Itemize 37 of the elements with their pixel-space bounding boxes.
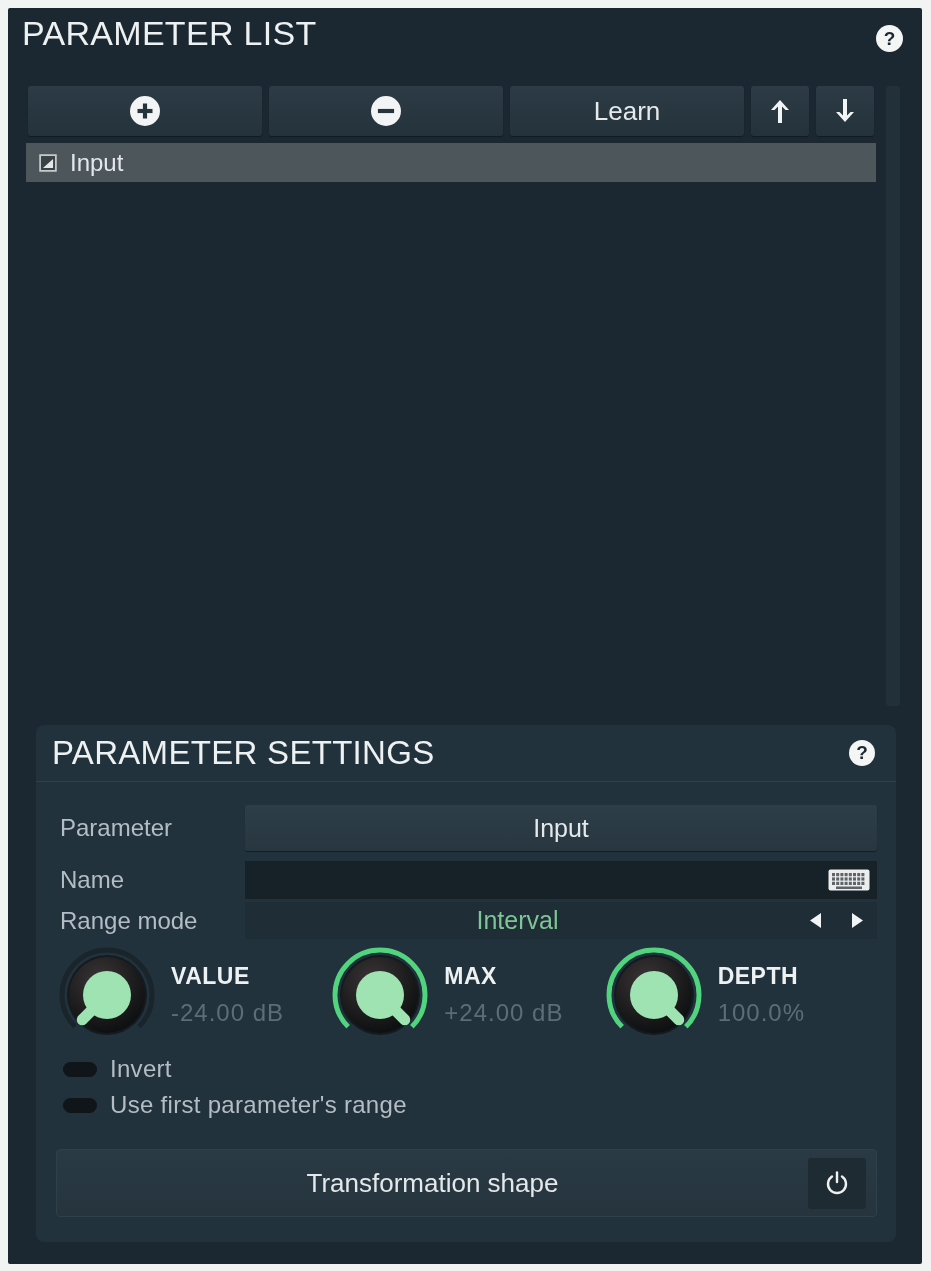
name-field[interactable] — [245, 861, 877, 899]
checkbox-icon[interactable] — [39, 153, 57, 172]
learn-button[interactable]: Learn — [510, 86, 744, 136]
minus-icon — [371, 96, 401, 126]
add-button[interactable] — [28, 86, 262, 136]
caret-right-icon[interactable] — [852, 913, 863, 928]
toggle-label: Use first parameter's range — [110, 1091, 407, 1119]
arrow-down-icon — [835, 98, 855, 124]
remove-button[interactable] — [269, 86, 503, 136]
knob-label: VALUE — [171, 962, 250, 990]
panel-title: PARAMETER LIST — [22, 13, 317, 54]
toggle-switch[interactable] — [63, 1097, 97, 1113]
panel-title: PARAMETER SETTINGS — [52, 733, 435, 773]
field-label: Parameter — [60, 814, 174, 842]
range-mode-selector[interactable]: Interval — [245, 902, 877, 939]
parameter-button[interactable]: Input — [245, 805, 877, 851]
move-down-button[interactable] — [816, 86, 874, 136]
move-up-button[interactable] — [751, 86, 809, 136]
knob-value: +24.00 dB — [444, 998, 564, 1028]
help-button[interactable]: ? — [849, 740, 875, 766]
field-label: Name — [60, 866, 126, 894]
help-button[interactable]: ? — [876, 25, 903, 52]
caret-left-icon[interactable] — [810, 913, 821, 928]
knob-label: DEPTH — [717, 962, 799, 990]
transformation-shape-button[interactable]: Transformation shape — [56, 1149, 877, 1217]
field-label: Range mode — [60, 906, 199, 935]
knob-label: MAX — [444, 962, 497, 990]
keyboard-icon[interactable] — [828, 869, 870, 891]
power-button[interactable] — [808, 1157, 866, 1209]
arrow-up-icon — [770, 98, 790, 124]
knob-value: -24.00 dB — [171, 998, 285, 1028]
toggle-switch[interactable] — [63, 1061, 97, 1077]
toggle-label: Invert — [110, 1055, 172, 1083]
knob-value: 100.0% — [717, 998, 806, 1028]
plus-icon — [130, 96, 160, 126]
list-item[interactable]: Input — [26, 143, 876, 182]
power-icon — [826, 1171, 848, 1195]
